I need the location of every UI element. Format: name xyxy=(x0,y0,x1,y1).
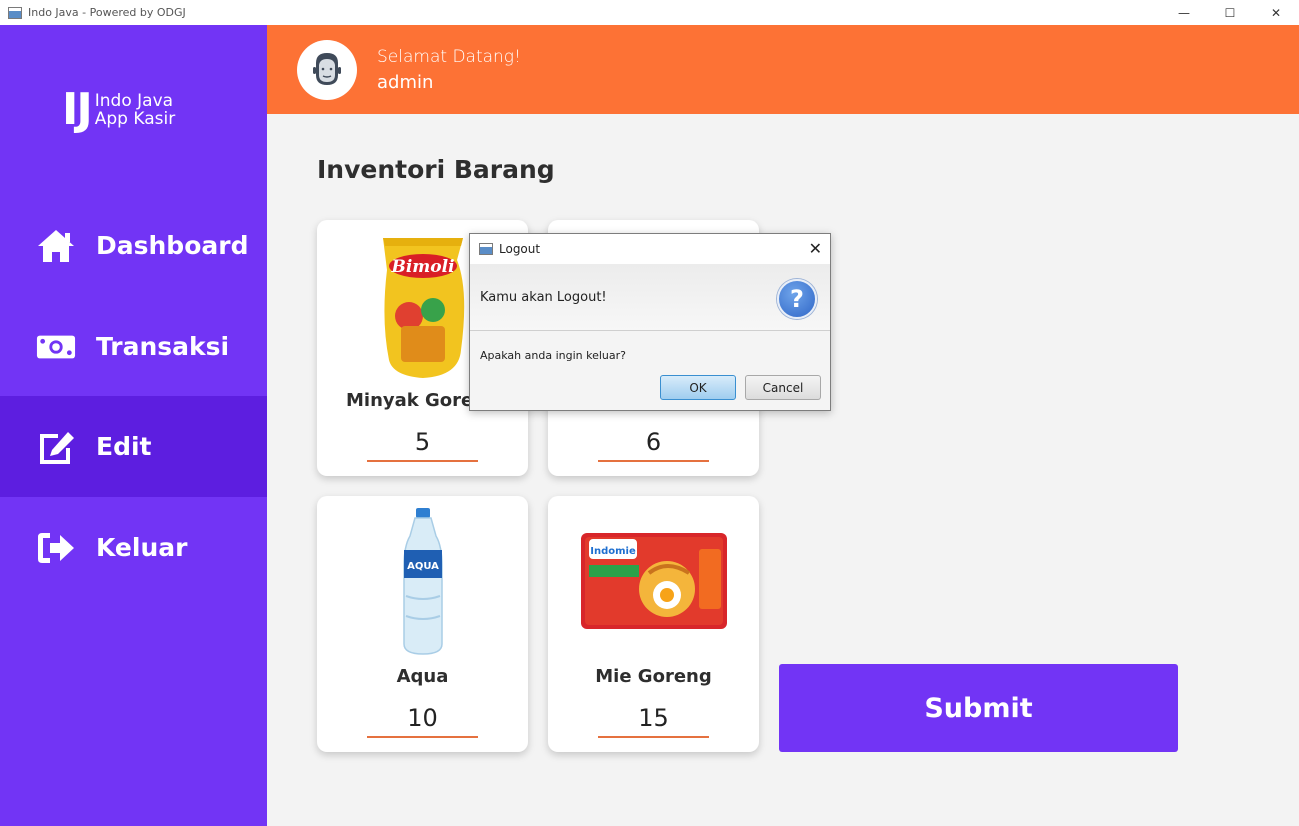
ok-button[interactable]: OK xyxy=(660,375,736,400)
product-name: Aqua xyxy=(396,666,449,687)
window-title: Indo Java - Powered by ODGJ xyxy=(28,6,186,19)
sidebar: IJ Indo Java App Kasir Dashboard Transak… xyxy=(0,25,267,826)
cancel-button[interactable]: Cancel xyxy=(745,375,821,400)
sidebar-item-label: Edit xyxy=(96,432,152,461)
sidebar-item-keluar[interactable]: Keluar xyxy=(0,497,267,598)
dialog-content: Apakah anda ingin keluar? xyxy=(480,349,626,362)
svg-text:Bimoli: Bimoli xyxy=(390,257,454,277)
product-name: Mie Goreng xyxy=(595,666,712,687)
submit-button[interactable]: Submit xyxy=(779,664,1178,752)
app-icon xyxy=(479,243,493,255)
sidebar-item-transaksi[interactable]: Transaksi xyxy=(0,296,267,397)
sidebar-item-label: Dashboard xyxy=(96,231,249,260)
sign-out-icon xyxy=(36,528,76,568)
sidebar-item-label: Transaksi xyxy=(96,332,230,361)
dialog-heading: Kamu akan Logout! xyxy=(480,290,607,305)
logo-line-1: Indo Java xyxy=(94,91,174,111)
user-avatar-icon xyxy=(313,53,341,85)
close-icon[interactable]: ✕ xyxy=(809,239,822,258)
product-card: Indomie Mie Goreng 15 xyxy=(548,496,759,752)
quantity-field[interactable]: 6 xyxy=(598,426,709,462)
money-icon xyxy=(36,327,76,367)
header: Selamat Datang! admin xyxy=(267,25,1299,114)
logo-text: Indo Java App Kasir xyxy=(95,92,175,128)
home-icon xyxy=(36,226,76,266)
username: admin xyxy=(377,72,434,93)
logout-dialog: Logout ✕ Kamu akan Logout! ? Apakah anda… xyxy=(469,233,831,411)
edit-icon xyxy=(36,427,76,467)
sidebar-item-edit[interactable]: Edit xyxy=(0,396,267,497)
avatar xyxy=(297,40,357,100)
sidebar-item-dashboard[interactable]: Dashboard xyxy=(0,195,267,296)
mie-goreng-image: Indomie xyxy=(548,506,759,656)
dialog-titlebar: Logout ✕ xyxy=(470,234,830,264)
sidebar-item-label: Keluar xyxy=(96,533,188,562)
quantity-field[interactable]: 5 xyxy=(367,426,478,462)
product-card: AQUA Aqua 10 xyxy=(317,496,528,752)
app-icon xyxy=(8,6,22,19)
welcome-text: Selamat Datang! xyxy=(377,47,521,67)
dialog-header: Kamu akan Logout! ? xyxy=(470,264,830,331)
question-icon: ? xyxy=(777,279,817,319)
page-title: Inventori Barang xyxy=(317,155,555,184)
minimize-button[interactable]: — xyxy=(1161,0,1207,25)
window-titlebar: Indo Java - Powered by ODGJ — ☐ ✕ xyxy=(0,0,1299,25)
dialog-title: Logout xyxy=(499,242,541,256)
logo-mark: IJ xyxy=(62,84,93,135)
app-logo: IJ Indo Java App Kasir xyxy=(62,88,175,132)
logo-line-2: App Kasir xyxy=(94,109,176,129)
quantity-field[interactable]: 15 xyxy=(598,702,709,738)
svg-text:AQUA: AQUA xyxy=(407,561,439,572)
window-controls: — ☐ ✕ xyxy=(1161,0,1299,25)
maximize-button[interactable]: ☐ xyxy=(1207,0,1253,25)
aqua-bottle-image: AQUA xyxy=(317,506,528,656)
quantity-field[interactable]: 10 xyxy=(367,702,478,738)
close-window-button[interactable]: ✕ xyxy=(1253,0,1299,25)
svg-text:Indomie: Indomie xyxy=(590,546,636,557)
